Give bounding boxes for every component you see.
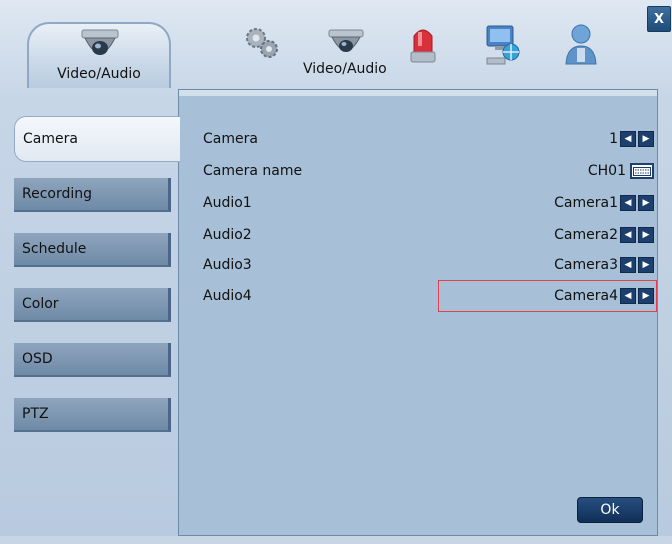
dome-camera-icon[interactable]: [325, 28, 367, 60]
sidebar-item-recording[interactable]: Recording: [14, 178, 171, 212]
arrow-left-icon[interactable]: ◀: [620, 195, 636, 211]
setting-row-audio2: Audio2 Camera2 ◀ ▶: [203, 224, 654, 246]
arrow-left-icon[interactable]: ◀: [620, 257, 636, 273]
alarm-siren-icon[interactable]: [408, 22, 438, 68]
setting-row-camera-name: Camera name CH01: [203, 160, 654, 182]
sidebar-item-osd[interactable]: OSD: [14, 343, 171, 377]
sidebar-item-label: Recording: [22, 186, 93, 202]
setting-value: Camera2: [554, 227, 618, 243]
user-icon[interactable]: [563, 22, 599, 68]
sidebar-item-label: OSD: [22, 351, 53, 367]
setting-label: Audio2: [203, 227, 252, 243]
setting-value: CH01: [587, 163, 626, 179]
dome-camera-icon: [81, 29, 119, 55]
arrow-left-icon[interactable]: ◀: [620, 131, 636, 147]
setting-value: Camera4: [554, 288, 618, 304]
tab-label: Video/Audio: [57, 66, 141, 82]
arrow-left-icon[interactable]: ◀: [620, 227, 636, 243]
sidebar-item-color[interactable]: Color: [14, 288, 171, 322]
arrow-right-icon[interactable]: ▶: [638, 131, 654, 147]
network-icon[interactable]: [483, 24, 523, 68]
setting-row-audio4: Audio4 Camera4 ◀ ▶: [203, 285, 654, 307]
bottom-strip: [0, 536, 672, 544]
sidebar-item-ptz[interactable]: PTZ: [14, 398, 171, 432]
setting-label: Camera name: [203, 163, 303, 179]
arrow-right-icon[interactable]: ▶: [638, 257, 654, 273]
tab-video-audio-active[interactable]: Video/Audio: [27, 22, 171, 88]
settings-panel: Camera 1 ◀ ▶ Camera name CH01 Audio1 Cam…: [178, 89, 658, 536]
arrow-right-icon[interactable]: ▶: [638, 288, 654, 304]
gears-icon[interactable]: [242, 24, 282, 64]
arrow-right-icon[interactable]: ▶: [638, 195, 654, 211]
setting-row-audio3: Audio3 Camera3 ◀ ▶: [203, 254, 654, 276]
panel-top-strip: [179, 90, 657, 96]
setting-label: Camera: [203, 131, 258, 147]
ok-button[interactable]: Ok: [577, 497, 643, 523]
sidebar-item-camera[interactable]: Camera: [14, 116, 180, 162]
setting-value: 1: [609, 131, 618, 147]
sidebar-item-label: Camera: [23, 131, 78, 147]
setting-value: Camera3: [554, 257, 618, 273]
sidebar-item-label: PTZ: [22, 406, 49, 422]
setting-row-audio1: Audio1 Camera1 ◀ ▶: [203, 192, 654, 214]
close-button[interactable]: X: [647, 6, 671, 32]
sidebar-item-label: Color: [22, 296, 59, 312]
keyboard-icon[interactable]: [630, 163, 654, 179]
video-audio-settings-window: X Video/Audio Video/Audio Camera Recordi…: [0, 0, 672, 544]
setting-row-camera: Camera 1 ◀ ▶: [203, 128, 654, 150]
tab-label-secondary: Video/Audio: [303, 61, 387, 77]
setting-label: Audio3: [203, 257, 252, 273]
sidebar-item-label: Schedule: [22, 241, 87, 257]
arrow-left-icon[interactable]: ◀: [620, 288, 636, 304]
setting-value: Camera1: [554, 195, 618, 211]
setting-label: Audio1: [203, 195, 252, 211]
sidebar-item-schedule[interactable]: Schedule: [14, 233, 171, 267]
arrow-right-icon[interactable]: ▶: [638, 227, 654, 243]
setting-label: Audio4: [203, 288, 252, 304]
